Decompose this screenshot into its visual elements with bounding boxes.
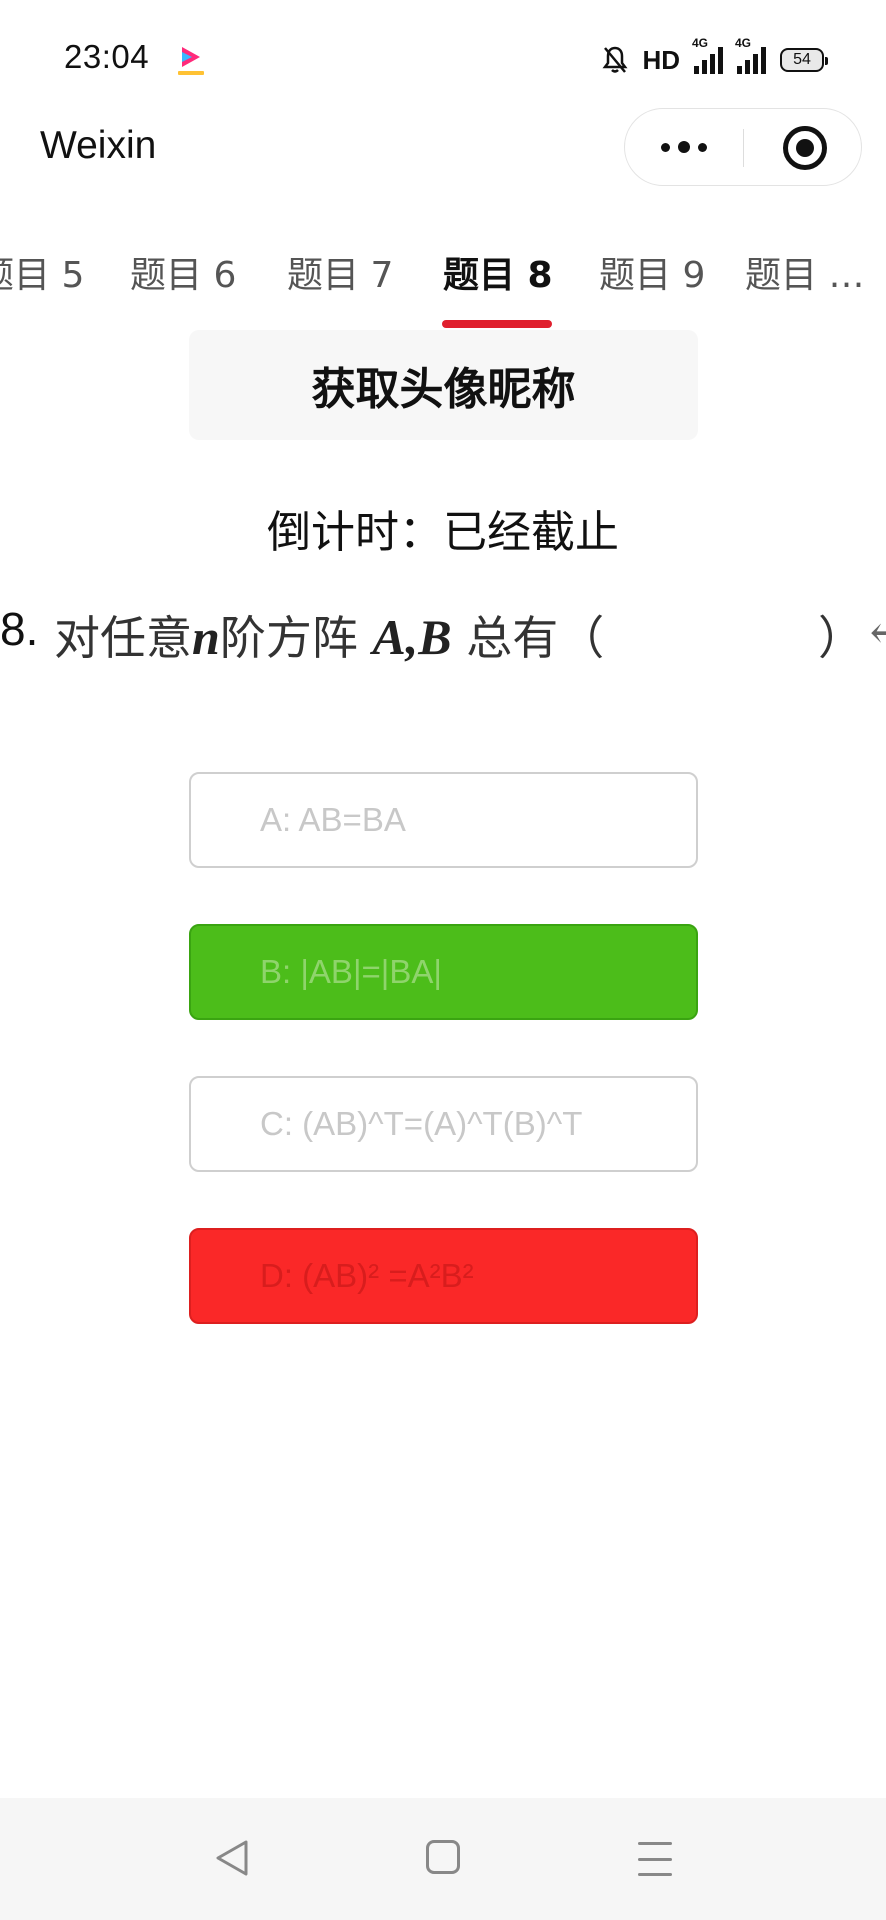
- tab-question-5[interactable]: 题目 5: [0, 246, 84, 298]
- option-d[interactable]: D: (AB)² =A²B²: [189, 1228, 698, 1324]
- hd-label: HD: [642, 44, 680, 75]
- tab-question-6[interactable]: 题目 6: [130, 246, 236, 298]
- youku-icon: [178, 47, 204, 75]
- question-math-ab: A,B: [372, 609, 452, 665]
- signal-icon: 4G: [735, 36, 766, 74]
- signal-1-tag: 4G: [692, 36, 709, 50]
- return-arrow-icon: ↵: [864, 602, 886, 656]
- more-dots-icon[interactable]: [625, 109, 743, 185]
- mini-program-capsule: [624, 108, 862, 186]
- tab-question-7[interactable]: 题目 7: [287, 246, 393, 298]
- menu-lines-icon[interactable]: [638, 1842, 672, 1876]
- system-nav-bar: [0, 1798, 886, 1920]
- signal-2-tag: 4G: [735, 36, 752, 50]
- status-time: 23:04: [64, 38, 150, 75]
- square-home-icon[interactable]: [426, 1840, 460, 1874]
- page: 23:04 HD 4G 4G 54 Weixin 目 5 题目 6 题目 7 题…: [0, 0, 886, 1920]
- question-text-part1: 对任意: [54, 611, 192, 665]
- title-bar: Weixin: [0, 108, 886, 188]
- question-text-part2: 阶方阵: [219, 611, 358, 665]
- target-close-icon[interactable]: [783, 126, 827, 170]
- signal-icon: 4G: [692, 36, 723, 74]
- triangle-back-icon[interactable]: [210, 1836, 254, 1880]
- capsule-divider: [743, 129, 744, 167]
- option-b[interactable]: B: |AB|=|BA|: [189, 924, 698, 1020]
- tab-question-9[interactable]: 题目 9: [599, 246, 705, 298]
- app-title: Weixin: [40, 124, 157, 167]
- question-math-n: n: [192, 609, 220, 665]
- tab-more[interactable]: 题目 …: [745, 246, 864, 298]
- option-a[interactable]: A: AB=BA: [189, 772, 698, 868]
- bell-off-icon: [602, 46, 628, 73]
- get-avatar-nickname-button[interactable]: 获取头像昵称: [189, 330, 698, 440]
- battery-icon: 54: [780, 48, 828, 72]
- active-tab-indicator: [442, 320, 552, 328]
- question-tabs: 题目 5 题目 6 题目 7 题目 8 题目 9 题目 …: [0, 236, 886, 332]
- status-icons: HD 4G 4G 54: [602, 36, 828, 80]
- option-c[interactable]: C: (AB)^T=(A)^T(B)^T: [189, 1076, 698, 1172]
- question-paren-close: ）: [818, 611, 864, 665]
- question-text: 8. 对任意n阶方阵 A,B 总有（ ） ↵: [0, 596, 886, 668]
- countdown-text: 倒计时：已经截止: [267, 507, 619, 558]
- question-text-part3: 总有（: [466, 611, 605, 665]
- question-body: 对任意n阶方阵 A,B 总有（: [54, 602, 604, 668]
- tab-question-8[interactable]: 题目 8: [443, 246, 553, 298]
- question-number: 8.: [0, 603, 39, 655]
- status-bar: 23:04 HD 4G 4G 54: [0, 0, 886, 120]
